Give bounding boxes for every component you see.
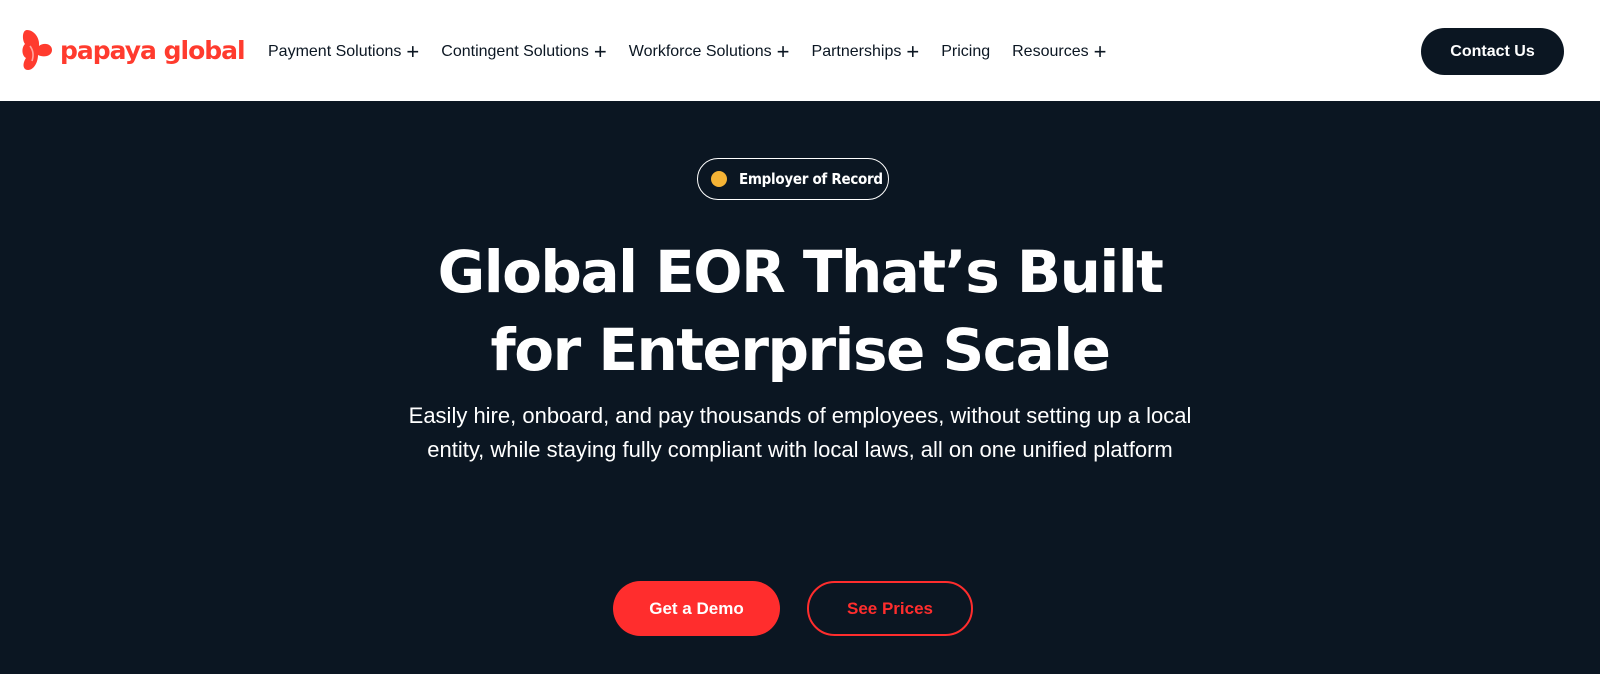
nav-partnerships[interactable]: Partnerships + xyxy=(811,39,920,64)
logo-text: papaya global xyxy=(60,35,246,65)
nav-pricing[interactable]: Pricing xyxy=(941,43,990,61)
plus-icon: + xyxy=(593,39,607,64)
hero-subheading: Easily hire, onboard, and pay thousands … xyxy=(408,403,1192,462)
status-dot-icon xyxy=(711,171,727,187)
main-nav: Payment Solutions + Contingent Solutions… xyxy=(268,40,1128,64)
nav-label: Resources xyxy=(1012,43,1089,60)
plus-icon: + xyxy=(776,39,790,64)
employer-of-record-badge: Employer of Record xyxy=(697,158,889,200)
logo[interactable]: papaya global xyxy=(20,28,246,72)
site-header: papaya global Payment Solutions + Contin… xyxy=(0,0,1600,101)
nav-payment-solutions[interactable]: Payment Solutions + xyxy=(268,39,420,64)
hero-section: Employer of Record Global EOR That’s Bui… xyxy=(0,101,1600,674)
plus-icon: + xyxy=(1093,39,1107,64)
nav-label: Partnerships xyxy=(811,43,902,60)
papaya-logo-icon xyxy=(20,28,54,72)
nav-label: Payment Solutions xyxy=(268,43,402,60)
headline-line-1: Global EOR That’s Built xyxy=(437,238,1164,306)
hero-headline: Global EOR That’s Built for Enterprise S… xyxy=(0,233,1600,389)
headline-line-2: for Enterprise Scale xyxy=(490,316,1111,384)
nav-label: Workforce Solutions xyxy=(628,43,772,60)
nav-label: Pricing xyxy=(941,43,991,60)
nav-label: Contingent Solutions xyxy=(441,43,589,60)
get-a-demo-button[interactable]: Get a Demo xyxy=(613,581,780,636)
see-prices-button[interactable]: See Prices xyxy=(807,581,973,636)
nav-contingent-solutions[interactable]: Contingent Solutions + xyxy=(441,39,607,64)
badge-label: Employer of Record xyxy=(739,170,883,188)
plus-icon: + xyxy=(406,39,420,64)
nav-resources[interactable]: Resources + xyxy=(1012,39,1107,64)
contact-us-button[interactable]: Contact Us xyxy=(1421,28,1564,75)
nav-workforce-solutions[interactable]: Workforce Solutions + xyxy=(628,39,790,64)
plus-icon: + xyxy=(906,39,920,64)
